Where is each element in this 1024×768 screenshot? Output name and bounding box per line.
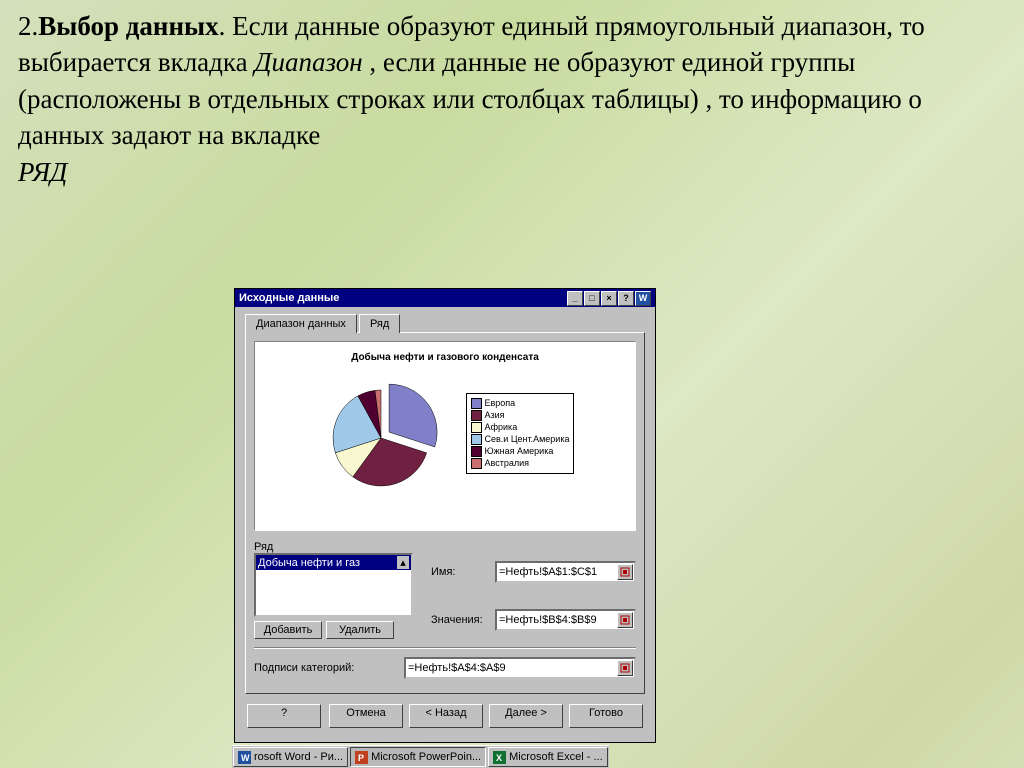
- category-labels-input[interactable]: =Нефть!$A$4:$A$9: [404, 657, 636, 679]
- svg-text:X: X: [496, 753, 502, 763]
- values-input-value: =Нефть!$B$4:$B$9: [499, 614, 597, 626]
- series-list-item[interactable]: Добыча нефти и газ ▴: [256, 555, 411, 570]
- legend-label: Сев.и Цент.Америка: [485, 434, 570, 444]
- taskbar-excel-label: Microsoft Excel - ...: [509, 751, 603, 763]
- tab-series[interactable]: Ряд: [359, 314, 400, 333]
- series-listbox[interactable]: Добыча нефти и газ ▴: [254, 553, 413, 617]
- wizard-buttons: ? Отмена < Назад Далее > Готово: [245, 704, 645, 732]
- dialog-titlebar[interactable]: Исходные данные _ □ × ? W: [235, 289, 655, 307]
- taskbar-powerpoint[interactable]: P Microsoft PowerPoin...: [350, 747, 486, 767]
- tab-panel-series: Добыча нефти и газового конденсата Европ…: [245, 332, 645, 694]
- pie-chart: [316, 373, 446, 493]
- minimize-icon[interactable]: _: [567, 291, 583, 306]
- chart-legend: Европа Азия Африка Сев.и Цент.Америка Южная …: [466, 393, 575, 474]
- item-number: 2.: [18, 11, 38, 41]
- help-icon[interactable]: ?: [618, 291, 634, 306]
- legend-item: Азия: [471, 410, 570, 421]
- tab-range[interactable]: Диапазон данных: [245, 314, 357, 333]
- delete-series-button[interactable]: Удалить: [326, 621, 394, 639]
- wizard-help-button[interactable]: ?: [247, 704, 321, 728]
- italic-ryad: РЯД: [18, 157, 67, 187]
- svg-text:P: P: [358, 753, 364, 763]
- item-title: Выбор данных: [38, 11, 218, 41]
- values-input[interactable]: =Нефть!$B$4:$B$9: [495, 609, 636, 631]
- legend-swatch: [471, 422, 482, 433]
- slide-paragraph: 2.Выбор данных. Если данные образуют еди…: [0, 0, 1024, 190]
- range-picker-icon[interactable]: [617, 564, 633, 580]
- legend-item: Австралия: [471, 458, 570, 469]
- finish-button[interactable]: Готово: [569, 704, 643, 728]
- next-button[interactable]: Далее >: [489, 704, 563, 728]
- scrollbar-up-icon[interactable]: ▴: [397, 556, 409, 569]
- taskbar-word[interactable]: W rosoft Word - Ри...: [233, 747, 348, 767]
- legend-label: Австралия: [485, 458, 529, 468]
- name-input[interactable]: =Нефть!$A$1:$C$1: [495, 561, 636, 583]
- name-label: Имя:: [431, 566, 495, 578]
- word-icon[interactable]: W: [635, 291, 651, 306]
- italic-diapazon: Диапазон: [254, 47, 362, 77]
- add-series-button[interactable]: Добавить: [254, 621, 322, 639]
- legend-swatch: [471, 434, 482, 445]
- legend-label: Южная Америка: [485, 446, 554, 456]
- maximize-icon[interactable]: □: [584, 291, 600, 306]
- word-app-icon: W: [238, 751, 251, 764]
- legend-label: Европа: [485, 398, 516, 408]
- close-icon[interactable]: ×: [601, 291, 617, 306]
- excel-app-icon: X: [493, 751, 506, 764]
- taskbar-word-label: rosoft Word - Ри...: [254, 751, 343, 763]
- legend-swatch: [471, 398, 482, 409]
- legend-label: Африка: [485, 422, 518, 432]
- legend-swatch: [471, 410, 482, 421]
- category-labels-label: Подписи категорий:: [254, 662, 404, 674]
- values-label: Значения:: [431, 614, 495, 626]
- name-input-value: =Нефть!$A$1:$C$1: [499, 566, 597, 578]
- taskbar-ppt-label: Microsoft PowerPoin...: [371, 751, 481, 763]
- cancel-button[interactable]: Отмена: [329, 704, 403, 728]
- legend-label: Азия: [485, 410, 505, 420]
- legend-item: Европа: [471, 398, 570, 409]
- series-list-label: Ряд: [254, 541, 273, 553]
- back-button[interactable]: < Назад: [409, 704, 483, 728]
- legend-item: Сев.и Цент.Америка: [471, 434, 570, 445]
- legend-item: Южная Америка: [471, 446, 570, 457]
- source-data-dialog: Исходные данные _ □ × ? W Диапазон данны…: [234, 288, 656, 743]
- dialog-title: Исходные данные: [239, 292, 339, 304]
- dialog-tabs: Диапазон данных Ряд: [245, 313, 645, 332]
- category-labels-value: =Нефть!$A$4:$A$9: [408, 662, 506, 674]
- svg-text:W: W: [241, 753, 250, 763]
- legend-swatch: [471, 458, 482, 469]
- chart-preview: Добыча нефти и газового конденсата Европ…: [254, 341, 636, 531]
- legend-swatch: [471, 446, 482, 457]
- range-picker-icon[interactable]: [617, 660, 633, 676]
- legend-item: Африка: [471, 422, 570, 433]
- taskbar-excel[interactable]: X Microsoft Excel - ...: [488, 747, 608, 767]
- series-item-text: Добыча нефти и газ: [258, 557, 360, 569]
- chart-title: Добыча нефти и газового конденсата: [259, 352, 631, 363]
- powerpoint-app-icon: P: [355, 751, 368, 764]
- taskbar: W rosoft Word - Ри... P Microsoft PowerP…: [232, 745, 609, 768]
- range-picker-icon[interactable]: [617, 612, 633, 628]
